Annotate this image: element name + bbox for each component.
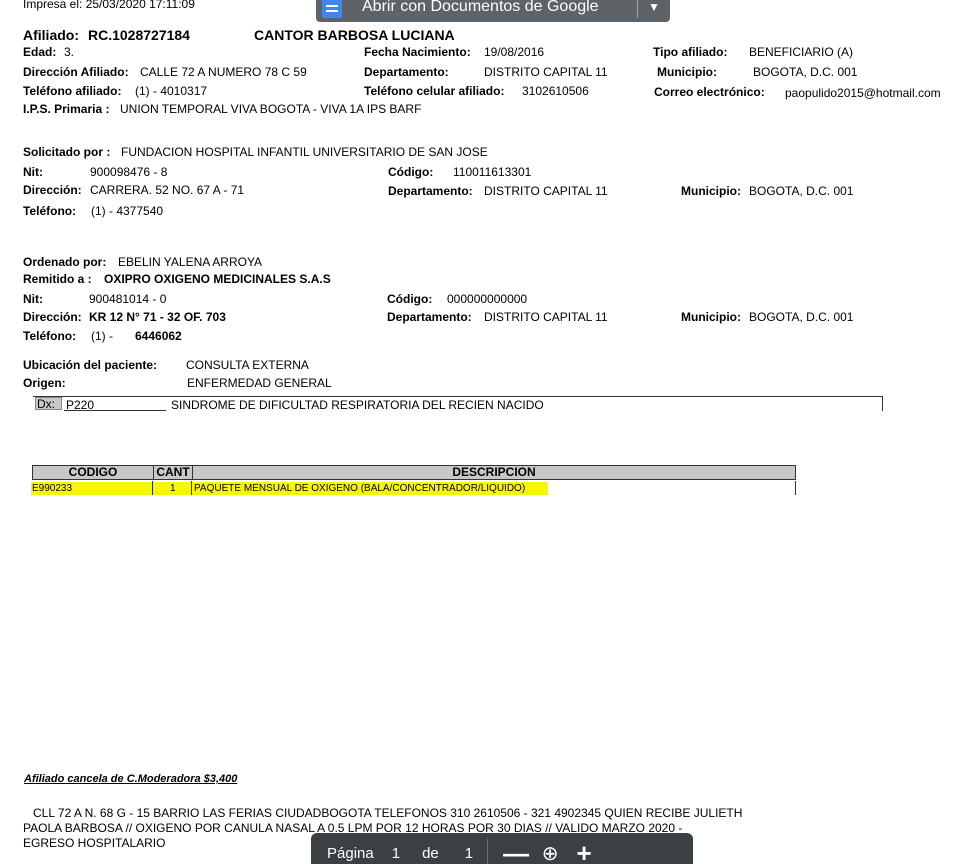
fecha-nac-label: Fecha Nacimiento:	[364, 45, 471, 59]
ordenado-direccion-label: Dirección:	[23, 310, 82, 324]
ordenado-municipio: BOGOTA, D.C. 001	[749, 310, 854, 324]
ordenado-telefono: 6446062	[135, 329, 182, 343]
ordenado-nombre: EBELIN YALENA ARROYA	[118, 255, 263, 269]
col-cant: CANT	[156, 465, 190, 479]
solicitado-nit: 900098476 - 8	[90, 165, 168, 179]
ordenado-telefono-label: Teléfono:	[23, 329, 77, 343]
tipo-afiliado-value: BENEFICIARIO (A)	[749, 45, 854, 59]
printed-date: Impresa el: 25/03/2020 17:11:09	[23, 0, 195, 11]
ordenado-direccion: KR 12 N° 71 - 32 OF. 703	[89, 310, 226, 324]
solicitado-telefono-label: Teléfono:	[23, 204, 77, 218]
dx-label: Dx:	[35, 397, 62, 410]
departamento-value: DISTRITO CAPITAL 11	[484, 65, 608, 79]
municipio-label: Municipio:	[657, 65, 717, 79]
cell-cant: 1	[170, 483, 176, 494]
ordenado-label: Ordenado por:	[23, 255, 107, 269]
edad-label: Edad:	[23, 45, 57, 59]
edad-value: 3.	[64, 45, 75, 59]
cell-codigo: E990233	[32, 483, 73, 494]
google-docs-icon	[322, 0, 342, 18]
telefono-afiliado-label: Teléfono afiliado:	[23, 84, 122, 98]
nota-line-1: CLL 72 A N. 68 G - 15 BARRIO LAS FERIAS …	[33, 806, 743, 820]
chevron-down-icon[interactable]: ▼	[638, 0, 670, 14]
correo-value: paopulido2015@hotmail.com	[785, 86, 941, 100]
page-current[interactable]: 1	[392, 845, 400, 862]
nota-line-3: EGRESO HOSPITALARIO	[23, 836, 166, 850]
solicitado-nit-label: Nit:	[23, 165, 43, 179]
zoom-icon: ⊕	[541, 842, 559, 864]
ordenado-codigo-label: Código:	[387, 292, 433, 306]
correo-label: Correo electrónico:	[654, 85, 765, 99]
solicitado-telefono: (1) - 4377540	[91, 204, 164, 218]
ordenado-telefono-prefix: (1) -	[91, 329, 113, 343]
remitido-value: OXIPRO OXIGENO MEDICINALES S.A.S	[104, 272, 331, 286]
ordenado-codigo: 000000000000	[447, 292, 528, 306]
ubicacion-label: Ubicación del paciente:	[23, 358, 158, 372]
ordenado-depto-label: Departamento:	[387, 310, 472, 324]
page-of-label: de	[422, 844, 439, 862]
remitido-label: Remitido a :	[23, 272, 92, 286]
ordenado-depto: DISTRITO CAPITAL 11	[484, 310, 608, 324]
celular-value: 3102610506	[522, 84, 589, 98]
ordenado-municipio-label: Municipio:	[681, 310, 741, 324]
dx-description: SINDROME DE DIFICULTAD RESPIRATORIA DEL …	[171, 398, 544, 412]
zoom-in-button[interactable]: +	[570, 838, 598, 864]
row-divider	[191, 481, 192, 495]
direccion-afiliado-label: Dirección Afiliado:	[23, 65, 129, 79]
afiliado-label: Afiliado:	[23, 27, 79, 43]
dx-top-border	[33, 396, 883, 397]
zoom-out-button[interactable]: —	[502, 838, 530, 864]
direccion-afiliado-value: CALLE 72 A NUMERO 78 C 59	[140, 65, 307, 79]
solicitado-direccion: CARRERA. 52 NO. 67 A - 71	[90, 183, 245, 197]
page-total: 1	[464, 844, 474, 862]
solicitado-codigo: 110011613301	[453, 165, 532, 179]
dx-code-underline	[64, 410, 166, 411]
tipo-afiliado-label: Tipo afiliado:	[653, 45, 728, 59]
open-with-label: Abrir con Documentos de Google	[362, 0, 599, 15]
solicitado-depto: DISTRITO CAPITAL 11	[484, 184, 608, 198]
ordenado-nit-label: Nit:	[23, 292, 43, 306]
ips-label: I.P.S. Primaria :	[23, 102, 110, 116]
origen-label: Origen:	[23, 376, 66, 390]
page-navigation-bar: Página 1 de 1 — ⊕ +	[311, 833, 693, 864]
open-with-google-docs-button[interactable]: Abrir con Documentos de Google ▼	[316, 0, 670, 22]
solicitado-nombre: FUNDACION HOSPITAL INFANTIL UNIVERSITARI…	[121, 145, 488, 159]
solicitado-codigo-label: Código:	[388, 165, 434, 179]
solicitado-municipio-label: Municipio:	[681, 184, 741, 198]
departamento-label: Departamento:	[364, 65, 449, 79]
municipio-value: BOGOTA, D.C. 001	[753, 65, 858, 79]
telefono-afiliado-value: (1) - 4010317	[135, 84, 208, 98]
solicitado-municipio: BOGOTA, D.C. 001	[749, 184, 854, 198]
solicitado-depto-label: Departamento:	[388, 184, 473, 198]
fecha-nac-value: 19/08/2016	[484, 45, 545, 59]
celular-label: Teléfono celular afiliado:	[364, 84, 505, 98]
dx-right-border	[882, 396, 883, 411]
table-header: CODIGO CANT DESCRIPCION	[32, 465, 796, 480]
afiliado-id: RC.1028727184	[88, 27, 190, 43]
solicitado-direccion-label: Dirección:	[23, 183, 82, 197]
ips-value: UNION TEMPORAL VIVA BOGOTA - VIVA 1A IPS…	[120, 102, 422, 116]
col-codigo: CODIGO	[68, 465, 118, 479]
origen-value: ENFERMEDAD GENERAL	[187, 376, 332, 390]
row-divider	[795, 481, 796, 495]
afiliado-name: CANTOR BARBOSA LUCIANA	[254, 27, 455, 43]
page-label: Página	[327, 844, 374, 862]
pager-divider	[487, 839, 489, 864]
row-divider	[152, 481, 153, 495]
ubicacion-value: CONSULTA EXTERNA	[186, 358, 309, 372]
copago-moderadora: Afiliado cancela de C.Moderadora $3,400	[24, 773, 238, 785]
cell-descripcion: PAQUETE MENSUAL DE OXIGENO (BALA/CONCENT…	[194, 483, 526, 494]
col-descripcion: DESCRIPCION	[452, 465, 536, 479]
ordenado-nit: 900481014 - 0	[89, 292, 167, 306]
solicitado-label: Solicitado por :	[23, 145, 111, 159]
